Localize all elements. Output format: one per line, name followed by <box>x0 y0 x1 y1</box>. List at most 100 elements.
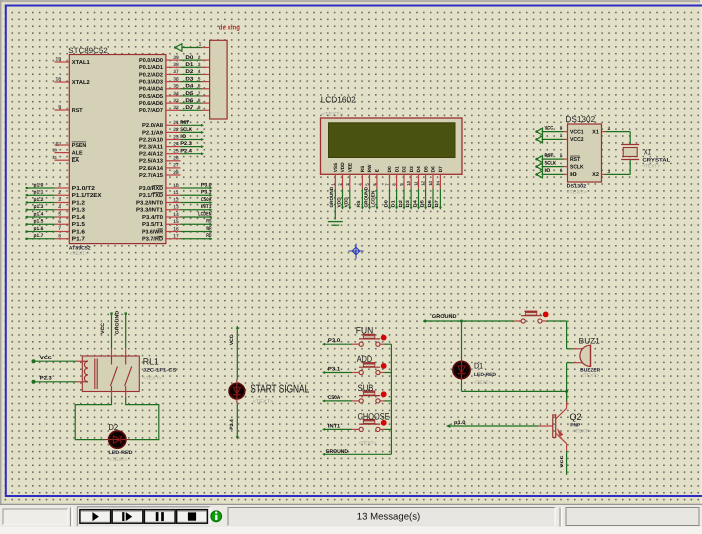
svg-text:P2.7/A15: P2.7/A15 <box>139 172 163 179</box>
svg-text:11: 11 <box>173 190 178 196</box>
svg-text:VDD: VDD <box>340 162 345 173</box>
svg-text:p1.7: p1.7 <box>34 233 44 239</box>
svg-text:<TEXT>: <TEXT> <box>359 440 377 446</box>
svg-text:PNP: PNP <box>570 423 581 429</box>
svg-text:p1.1: p1.1 <box>34 190 44 196</box>
svg-text:35: 35 <box>173 84 179 90</box>
svg-text:p1.0: p1.0 <box>454 420 466 426</box>
svg-text:BUZZER: BUZZER <box>580 367 601 373</box>
svg-text:39: 39 <box>173 55 179 61</box>
svg-text:P1.6: P1.6 <box>72 229 85 235</box>
svg-text:RL1: RL1 <box>143 357 159 367</box>
svg-text:P2.1/A9: P2.1/A9 <box>142 129 163 136</box>
svg-text:D5: D5 <box>185 91 193 97</box>
svg-text:5: 5 <box>560 153 563 159</box>
svg-text:DS1302: DS1302 <box>567 183 587 189</box>
svg-text:8: 8 <box>560 125 563 131</box>
svg-text:34: 34 <box>173 91 179 97</box>
svg-text:28: 28 <box>173 170 179 176</box>
svg-text:D0: D0 <box>387 166 392 172</box>
svg-text:D1: D1 <box>474 361 483 371</box>
svg-text:D2: D2 <box>402 166 407 172</box>
svg-text:D0: D0 <box>383 200 388 208</box>
svg-text:1: 1 <box>199 42 202 48</box>
svg-text:SUB: SUB <box>358 383 374 393</box>
svg-text:D5: D5 <box>419 200 424 208</box>
svg-text:6: 6 <box>58 219 61 225</box>
svg-text:<TEXT>: <TEXT> <box>642 164 660 170</box>
svg-text:17: 17 <box>173 234 179 240</box>
svg-text:BUZ1: BUZ1 <box>579 336 601 345</box>
svg-text:D3: D3 <box>405 200 410 208</box>
svg-text:13: 13 <box>428 180 433 185</box>
svg-text:P3.4/T0: P3.4/T0 <box>142 214 163 221</box>
svg-text:LCDEN: LCDEN <box>198 211 211 217</box>
svg-text:10: 10 <box>406 180 411 185</box>
svg-text:5: 5 <box>58 212 61 218</box>
svg-text:21: 21 <box>173 120 179 126</box>
svg-text:IO: IO <box>180 134 186 140</box>
svg-text:CS0A: CS0A <box>201 197 212 203</box>
svg-text:P2.4: P2.4 <box>180 148 192 154</box>
svg-text:RS: RS <box>360 166 365 173</box>
svg-text:p1.3: p1.3 <box>34 204 44 210</box>
svg-text:XTAL1: XTAL1 <box>72 60 90 66</box>
svg-text:VCC1: VCC1 <box>570 129 584 135</box>
svg-text:3: 3 <box>608 169 611 175</box>
svg-text:P0.2/AD2: P0.2/AD2 <box>139 71 163 78</box>
svg-text:D5: D5 <box>423 166 428 172</box>
svg-text:VDD: VDD <box>336 197 341 208</box>
svg-text:LED-RED: LED-RED <box>474 372 497 378</box>
svg-text:5: 5 <box>198 76 201 82</box>
svg-text:RST: RST <box>180 120 189 126</box>
svg-text:vcc: vcc <box>40 355 52 361</box>
svg-text:D7: D7 <box>434 200 439 208</box>
svg-text:P3.0: P3.0 <box>328 338 340 344</box>
svg-text:p1.4: p1.4 <box>34 211 44 217</box>
svg-text:D7: D7 <box>185 105 193 111</box>
svg-text:24: 24 <box>173 141 179 147</box>
svg-text:Q2: Q2 <box>570 411 582 422</box>
svg-text:WR: WR <box>206 226 211 232</box>
svg-text:9: 9 <box>198 105 201 111</box>
svg-text:P3.7/RD: P3.7/RD <box>142 236 163 243</box>
svg-text:2: 2 <box>608 126 611 132</box>
svg-text:LED-RED: LED-RED <box>109 450 134 456</box>
svg-text:VCC: VCC <box>100 322 106 334</box>
svg-text:D3: D3 <box>185 76 193 82</box>
svg-text:p1.2: p1.2 <box>34 197 44 203</box>
svg-text:<TEXT>: <TEXT> <box>474 380 491 386</box>
svg-text:P2.3: P2.3 <box>40 375 52 381</box>
svg-text:11: 11 <box>414 181 419 186</box>
svg-text:23: 23 <box>173 134 179 140</box>
svg-text:38: 38 <box>173 62 179 68</box>
svg-text:P2.3/A11: P2.3/A11 <box>139 144 163 151</box>
svg-text:<TEXT>: <TEXT> <box>581 373 599 379</box>
svg-text:X1: X1 <box>644 147 652 156</box>
svg-text:D2: D2 <box>398 200 403 208</box>
svg-text:SCLK: SCLK <box>180 127 192 133</box>
svg-text:P1.3: P1.3 <box>72 208 85 214</box>
svg-text:29: 29 <box>55 141 60 146</box>
svg-text:1: 1 <box>58 183 61 189</box>
svg-text:4: 4 <box>58 204 61 210</box>
svg-text:22: 22 <box>173 127 179 133</box>
svg-text:INT1: INT1 <box>328 423 340 429</box>
svg-text:D3: D3 <box>409 166 414 172</box>
svg-text:31: 31 <box>52 155 57 160</box>
svg-text:IO: IO <box>545 168 551 174</box>
svg-text:D2: D2 <box>185 69 193 75</box>
svg-text:D0: D0 <box>185 55 193 61</box>
svg-text:P1.1/T2EX: P1.1/T2EX <box>72 192 102 199</box>
svg-text:CS0A: CS0A <box>328 395 340 401</box>
svg-text:4: 4 <box>198 69 201 75</box>
svg-text:VCC: VCC <box>229 334 235 345</box>
svg-text:12: 12 <box>421 180 426 185</box>
svg-text:P1.5: P1.5 <box>72 222 85 228</box>
svg-text:<TEXT>: <TEXT> <box>70 251 89 257</box>
svg-text:X1: X1 <box>592 129 599 135</box>
svg-text:EA: EA <box>72 158 79 164</box>
svg-text:p1.5: p1.5 <box>34 219 44 225</box>
svg-text:LCDEN: LCDEN <box>371 190 376 208</box>
svg-text:JZC-1F1-CS: JZC-1F1-CS <box>143 367 178 373</box>
